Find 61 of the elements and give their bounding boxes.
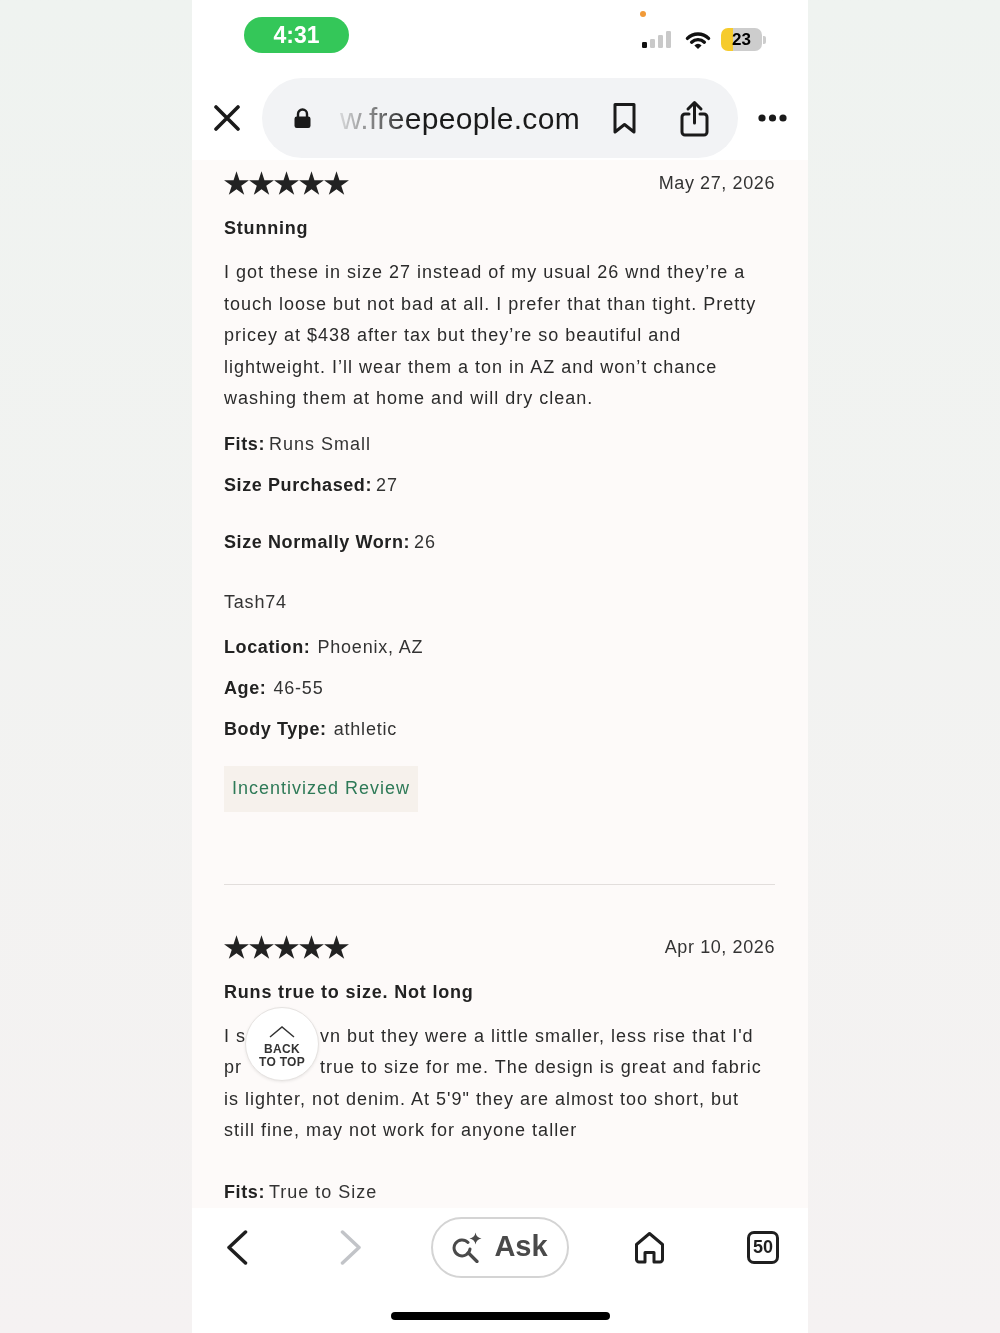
- review-text-fragment: true to size for me. The design is great and fabric: [320, 1056, 762, 1079]
- star-icon: [274, 934, 299, 959]
- review-title: Stunning: [224, 218, 309, 238]
- star-icon: [324, 934, 349, 959]
- info-value: Phoenix, AZ: [317, 635, 424, 659]
- more-icon: [758, 114, 787, 122]
- time-pill: 4:31: [244, 17, 349, 53]
- detail-value: 26: [414, 530, 437, 554]
- detail-value: 27: [376, 473, 399, 497]
- detail-label: Size Normally Worn:: [224, 530, 411, 554]
- star-icon: [249, 171, 274, 195]
- indicator-dot-icon: [640, 11, 646, 17]
- review-text-fragment: pr: [224, 1057, 242, 1077]
- chevron-right-icon: [340, 1229, 362, 1265]
- more-button[interactable]: [758, 114, 787, 122]
- info-value: athletic: [333, 717, 398, 741]
- star-icon: [299, 934, 324, 959]
- wifi-icon: [685, 30, 711, 49]
- review-text-fragment: I s: [224, 1025, 246, 1046]
- detail-value: True to Size: [269, 1180, 378, 1204]
- bookmark-button[interactable]: [612, 102, 637, 134]
- bookmark-icon: [612, 102, 637, 134]
- info-label: Location:: [224, 635, 311, 659]
- signal-icon: [642, 31, 671, 48]
- chevron-up-icon: [269, 1026, 295, 1038]
- detail-label: Fits:: [224, 432, 265, 456]
- review-text: I got these in size 27 instead of my usual 26 wnd they’re a touch loose but not bad at all. I prefer that than tight. Pretty pricey at $438 after tax but they’re so beautiful and lightweight. I’ll wear them a ton in AZ and won’t chance washing them at home and will dry clean.: [224, 261, 758, 410]
- url-text: w.freepeople.com: [340, 100, 580, 137]
- ask-button[interactable]: Ask: [431, 1216, 569, 1278]
- close-button[interactable]: [214, 105, 240, 131]
- star-icon: [324, 171, 349, 195]
- tab-count-button[interactable]: 50: [747, 1230, 779, 1264]
- detail-value: Runs Small: [269, 432, 372, 456]
- sparkle-search-icon: [452, 1231, 483, 1263]
- star-icon: [224, 934, 249, 959]
- detail-label: Size Purchased:: [224, 473, 373, 497]
- info-value: 46-55: [273, 676, 324, 700]
- info-label: Body Type:: [224, 717, 327, 741]
- lock-icon: [294, 108, 311, 128]
- house-icon: [634, 1230, 665, 1264]
- review-date: May 27, 2026: [658, 172, 775, 195]
- star-icon: [299, 171, 324, 195]
- review-tag: Incentivized Review: [224, 765, 419, 812]
- info-label: Age:: [224, 676, 267, 700]
- share-button[interactable]: [679, 99, 710, 137]
- star-icon: [249, 934, 274, 959]
- share-icon: [679, 99, 710, 137]
- reviewer-name: Tash74: [224, 591, 287, 612]
- star-icon: [274, 171, 299, 195]
- review-text-line: is lighter, not denim. At 5'9" they are almost too short, but: [224, 1088, 740, 1109]
- review-title: Runs true to size. Not long: [224, 981, 474, 1002]
- back-button[interactable]: [226, 1229, 248, 1265]
- review-date: Apr 10, 2026: [664, 935, 775, 959]
- star-icon: [224, 171, 249, 195]
- review-text-line: still fine, may not work for anyone taller: [224, 1120, 578, 1140]
- home-button[interactable]: [634, 1230, 665, 1264]
- address-bar[interactable]: w.freepeople.com: [262, 78, 738, 158]
- close-icon: [214, 105, 240, 131]
- detail-label: Fits:: [224, 1180, 265, 1204]
- review-text-fragment: vn but they were a little smaller, less rise that I'd: [320, 1024, 754, 1048]
- chevron-left-icon: [226, 1229, 248, 1265]
